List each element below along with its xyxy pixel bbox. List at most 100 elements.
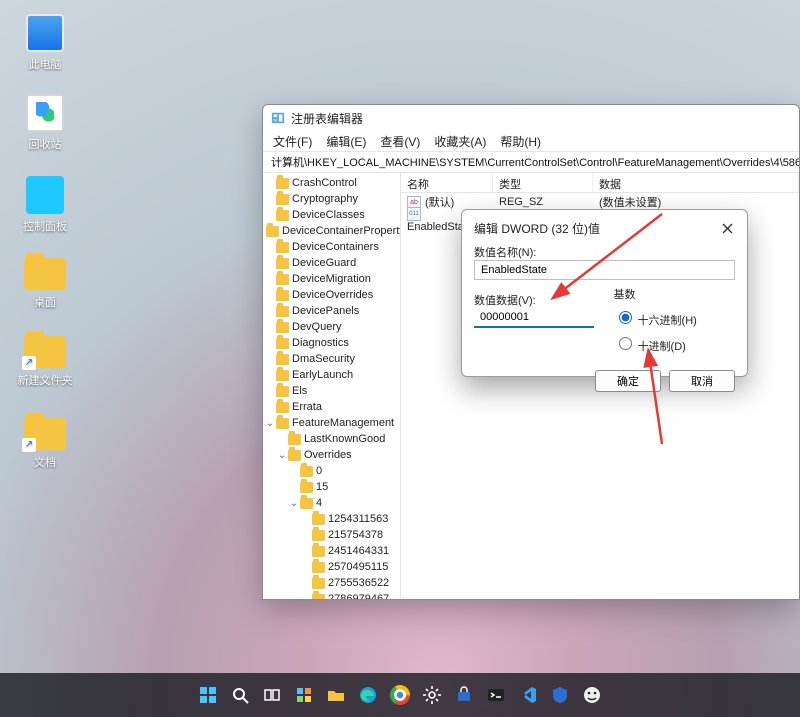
folder-icon — [312, 530, 325, 541]
tree-node[interactable]: DeviceClasses — [263, 207, 400, 223]
tree-node[interactable]: 2786979467 — [263, 591, 400, 599]
tree-node[interactable]: Diagnostics — [263, 335, 400, 351]
tree-node[interactable]: DevicePanels — [263, 303, 400, 319]
taskbar-terminal-button[interactable] — [483, 682, 509, 708]
taskbar-app-button[interactable] — [579, 682, 605, 708]
desktop-icon-folder-3[interactable]: 文档 — [10, 418, 80, 470]
taskbar-taskview-button[interactable] — [259, 682, 285, 708]
radio-dec[interactable]: 十进制(D) — [614, 334, 736, 354]
folder-icon — [276, 354, 289, 365]
expand-icon[interactable]: ⌄ — [265, 418, 275, 429]
tree-node[interactable]: DeviceOverrides — [263, 287, 400, 303]
address-text: 计算机\HKEY_LOCAL_MACHINE\SYSTEM\CurrentCon… — [271, 154, 799, 170]
taskbar-edge-button[interactable] — [355, 682, 381, 708]
taskbar[interactable] — [0, 673, 800, 717]
tree-node[interactable]: 2451464331 — [263, 543, 400, 559]
tree-node-label: DeviceContainers — [292, 241, 379, 253]
tree-node[interactable]: 1254311563 — [263, 511, 400, 527]
monitor-icon — [26, 14, 64, 52]
tree-node[interactable]: ⌄FeatureManagement — [263, 415, 400, 431]
folder-icon — [276, 242, 289, 253]
taskbar-start-button[interactable] — [195, 682, 221, 708]
value-data-field[interactable] — [474, 308, 594, 328]
radio-hex-input[interactable] — [619, 311, 632, 324]
desktop-icon-label: 文档 — [10, 454, 80, 470]
tree-node-label: LastKnownGood — [304, 433, 385, 445]
tree-node-label: Errata — [292, 401, 322, 413]
menu-edit[interactable]: 编辑(E) — [326, 133, 366, 150]
taskbar-security-button[interactable] — [547, 682, 573, 708]
folder-icon — [312, 578, 325, 589]
folder-icon — [312, 562, 325, 573]
tree-node[interactable]: DeviceContainers — [263, 239, 400, 255]
radio-dec-input[interactable] — [619, 337, 632, 350]
desktop-icon-recycle-bin[interactable]: 回收站 — [10, 94, 80, 152]
expand-icon[interactable]: ⌄ — [277, 450, 287, 461]
taskbar-widgets-button[interactable] — [291, 682, 317, 708]
tree-node[interactable]: 15 — [263, 479, 400, 495]
address-bar[interactable]: 计算机\HKEY_LOCAL_MACHINE\SYSTEM\CurrentCon… — [263, 151, 799, 173]
menu-file[interactable]: 文件(F) — [273, 133, 312, 150]
folder-icon — [24, 336, 66, 368]
dialog-title: 编辑 DWORD (32 位)值 — [474, 220, 600, 237]
menu-view[interactable]: 查看(V) — [380, 133, 420, 150]
menu-help[interactable]: 帮助(H) — [500, 133, 541, 150]
tree-node[interactable]: ⌄4 — [263, 495, 400, 511]
tree-node[interactable]: 0 — [263, 463, 400, 479]
ok-button[interactable]: 确定 — [595, 370, 661, 392]
tree-node[interactable]: DevQuery — [263, 319, 400, 335]
tree-node[interactable]: 2755536522 — [263, 575, 400, 591]
dialog-close-button[interactable] — [719, 220, 735, 236]
desktop-icon-label: 回收站 — [10, 136, 80, 152]
folder-icon — [276, 306, 289, 317]
edit-dword-dialog[interactable]: 编辑 DWORD (32 位)值 数值名称(N): 数值数据(V): 基数 十六… — [461, 209, 748, 377]
tree-node-label: 15 — [316, 481, 328, 493]
tree-node[interactable]: CrashControl — [263, 175, 400, 191]
menu-favorites[interactable]: 收藏夹(A) — [434, 133, 486, 150]
tree-node[interactable]: ⌄ Overrides — [263, 447, 400, 463]
taskbar-search-button[interactable] — [227, 682, 253, 708]
taskbar-settings-button[interactable] — [419, 682, 445, 708]
col-name[interactable]: 名称 — [401, 173, 493, 192]
desktop-icon-control-panel[interactable]: 控制面板 — [10, 176, 80, 234]
tree-node[interactable]: LastKnownGood — [263, 431, 400, 447]
taskbar-vscode-button[interactable] — [515, 682, 541, 708]
tree-node[interactable]: DeviceMigration — [263, 271, 400, 287]
tree-node[interactable]: Errata — [263, 399, 400, 415]
tree-node-label: DeviceContainerPropertyUpda — [282, 225, 401, 237]
tree-node[interactable]: Els — [263, 383, 400, 399]
tree-node[interactable]: DmaSecurity — [263, 351, 400, 367]
tree-node[interactable]: DeviceContainerPropertyUpda — [263, 223, 400, 239]
tree-node-label: DevicePanels — [292, 305, 359, 317]
folder-icon — [24, 418, 66, 450]
tree-node-label: Overrides — [304, 449, 352, 461]
tree-node-label: 2451464331 — [328, 545, 389, 557]
expand-icon[interactable]: ⌄ — [289, 498, 299, 509]
dword-value-icon — [407, 207, 421, 221]
desktop-icon-label: 此电脑 — [10, 56, 80, 72]
tree-node-label: 2786979467 — [328, 593, 389, 599]
tree-node[interactable]: 2570495115 — [263, 559, 400, 575]
col-data[interactable]: 数据 — [593, 173, 799, 192]
taskbar-store-button[interactable] — [451, 682, 477, 708]
desktop-icon-folder-2[interactable]: 新建文件夹 — [10, 336, 80, 388]
folder-icon — [300, 466, 313, 477]
radio-hex[interactable]: 十六进制(H) — [614, 308, 736, 328]
tree-node[interactable]: Cryptography — [263, 191, 400, 207]
desktop-icon-folder-1[interactable]: 桌面 — [10, 258, 80, 310]
tree-node[interactable]: EarlyLaunch — [263, 367, 400, 383]
desktop-icon-this-pc[interactable]: 此电脑 — [10, 14, 80, 72]
window-titlebar[interactable]: 注册表编辑器 — [263, 105, 799, 131]
registry-tree[interactable]: CrashControlCryptographyDeviceClasses Dev… — [263, 173, 401, 599]
taskbar-chrome-button[interactable] — [387, 682, 413, 708]
taskbar-explorer-button[interactable] — [323, 682, 349, 708]
col-type[interactable]: 类型 — [493, 173, 593, 192]
tree-node-label: 0 — [316, 465, 322, 477]
regedit-icon — [271, 111, 285, 125]
tree-node-label: 4 — [316, 497, 322, 509]
cancel-button[interactable]: 取消 — [669, 370, 735, 392]
value-name-field[interactable] — [474, 260, 735, 280]
folder-icon — [24, 258, 66, 290]
tree-node[interactable]: 215754378 — [263, 527, 400, 543]
tree-node[interactable]: DeviceGuard — [263, 255, 400, 271]
